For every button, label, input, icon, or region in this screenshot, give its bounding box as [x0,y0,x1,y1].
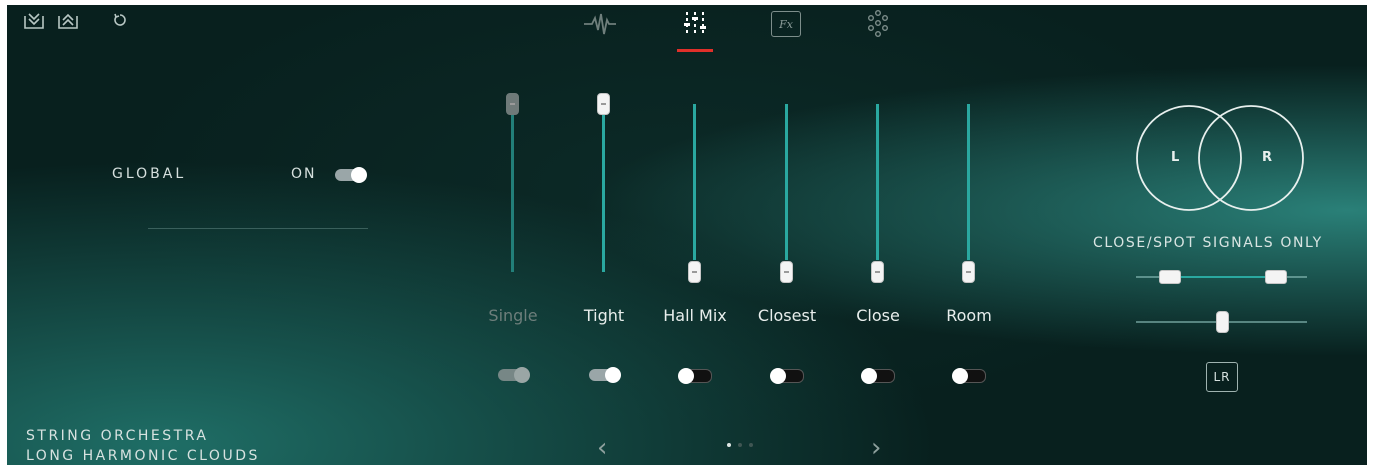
fader-closest[interactable] [777,0,797,300]
right-channel-label: R [1262,150,1273,165]
fader-track [602,114,605,272]
channel-toggle-tight[interactable] [589,367,621,383]
fader-track [967,104,970,260]
preset-patch-name: LONG HARMONIC CLOUDS [26,448,260,464]
global-label: GLOBAL [112,166,187,182]
stereo-width-fill [1170,276,1277,278]
stereo-width-left-handle[interactable] [1159,270,1182,284]
close-spot-title: CLOSE/SPOT SIGNALS ONLY [1093,235,1323,251]
fader-handle[interactable] [962,261,975,283]
toggle-knob [952,368,968,384]
fader-track [785,104,788,260]
fader-handle[interactable] [597,93,610,115]
save-preset-icon[interactable] [21,8,47,32]
fader-tight[interactable] [594,0,614,300]
pager-dot[interactable] [727,443,731,447]
fader-track [876,104,879,260]
chevron-left-icon[interactable]: ‹ [597,433,607,463]
fader-single[interactable] [503,0,523,300]
load-preset-icon[interactable] [55,8,81,32]
left-channel-label: L [1171,150,1180,165]
fader-close[interactable] [868,0,888,300]
toggle-knob [770,368,786,384]
toggle-knob [514,367,530,383]
fader-handle[interactable] [871,261,884,283]
fader-hall-mix[interactable] [685,0,705,300]
left-channel-circle [1136,105,1242,211]
global-state-label: ON [291,166,317,182]
stereo-pan-handle[interactable] [1215,311,1229,333]
fader-handle[interactable] [506,93,519,115]
fader-track [693,104,696,260]
reset-icon[interactable] [107,8,133,32]
fader-room[interactable] [959,0,979,300]
channel-toggle-closest[interactable] [770,368,804,384]
preset-instrument-name: STRING ORCHESTRA [26,428,209,444]
pager-dot[interactable] [738,443,742,447]
right-channel-circle [1198,105,1304,211]
global-toggle-knob [351,167,367,183]
global-divider [148,228,368,229]
channel-toggle-hall-mix[interactable] [678,368,712,384]
stereo-width-right-handle[interactable] [1265,270,1288,284]
toggle-knob [861,368,877,384]
channel-toggle-close[interactable] [861,368,895,384]
global-toggle[interactable] [335,167,367,183]
stereo-width-diagram [1136,105,1304,211]
channel-toggle-single[interactable] [498,367,530,383]
lr-swap-button[interactable]: LR [1206,362,1238,392]
pager-dot[interactable] [749,443,753,447]
fader-track [511,114,514,272]
channel-toggle-room[interactable] [952,368,986,384]
chevron-right-icon[interactable]: › [871,433,881,463]
fader-handle[interactable] [780,261,793,283]
toggle-knob [678,368,694,384]
toggle-knob [605,367,621,383]
fader-handle[interactable] [688,261,701,283]
channel-label-room: Room [946,306,992,325]
